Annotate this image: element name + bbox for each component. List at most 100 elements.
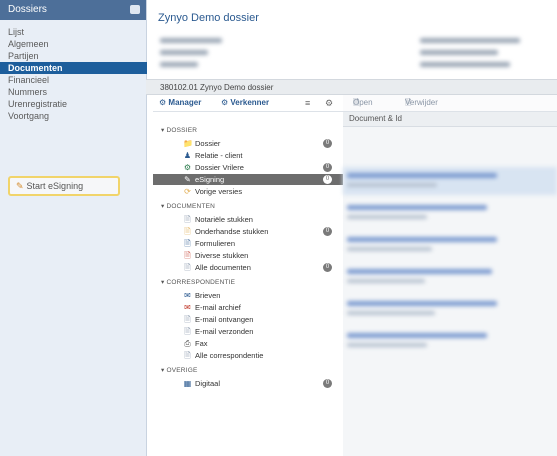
tree-node-label: E-mail ontvangen bbox=[195, 315, 254, 324]
document-panel: 🗎 Open 🗎 Verwijder Document & Id bbox=[343, 95, 557, 456]
count-badge: 0 bbox=[323, 379, 332, 388]
sidebar-item-urenregistratie[interactable]: Urenregistratie bbox=[0, 98, 146, 110]
count-badge: 0 bbox=[323, 163, 332, 172]
tree-node-label: Brieven bbox=[195, 291, 221, 300]
tree-node-relatie[interactable]: ♟ Relatie - client bbox=[183, 150, 243, 161]
mail-icon: ✉ bbox=[184, 303, 191, 312]
count-badge: 0 bbox=[323, 139, 332, 148]
tree-section-documenten[interactable]: ▾ DOCUMENTEN bbox=[161, 202, 215, 210]
sidebar-header-label: Dossiers bbox=[8, 4, 47, 15]
manager-tab-label: Manager bbox=[168, 98, 202, 107]
tree-node-label: Diverse stukken bbox=[195, 251, 249, 260]
tree-node-label: Notariële stukken bbox=[195, 215, 253, 224]
digital-icon: ▦ bbox=[183, 379, 192, 388]
count-badge: 0 bbox=[323, 263, 332, 272]
tree-node-label: E-mail archief bbox=[195, 303, 241, 312]
table-row[interactable] bbox=[343, 327, 557, 355]
sidebar-item-documenten[interactable]: Documenten bbox=[0, 62, 147, 74]
sidebar-menu: Lijst Algemeen Partijen Documenten Finan… bbox=[0, 20, 147, 122]
page-title: Zynyo Demo dossier bbox=[158, 12, 259, 24]
open-button-label: Open bbox=[353, 98, 373, 107]
tree-node-vorige-versies[interactable]: ⟳ Vorige versies bbox=[183, 186, 242, 197]
tree-section-documenten-label: DOCUMENTEN bbox=[166, 203, 216, 210]
start-esigning-button[interactable]: ✎ Start eSigning bbox=[8, 176, 120, 196]
tree-panel: ⚙ Manager ⚙ Verkenner ≡ ⚙ ▾ DOSSIER 📁 Dos… bbox=[153, 95, 344, 456]
sidebar-item-voortgang[interactable]: Voortgang bbox=[0, 110, 146, 122]
verwijder-button-label: Verwijder bbox=[405, 98, 438, 107]
tree-node-email-ontvangen[interactable]: 🗎 E-mail ontvangen bbox=[183, 314, 253, 325]
sidebar-item-nummers[interactable]: Nummers bbox=[0, 86, 146, 98]
tree-node-diverse-stukken[interactable]: 🗎 Diverse stukken bbox=[183, 250, 248, 261]
tree-node-label: Dossier Vrilere bbox=[195, 163, 244, 172]
tree-section-overige[interactable]: ▾ OVERIGE bbox=[161, 366, 198, 374]
sidebar-item-lijst[interactable]: Lijst bbox=[0, 26, 146, 38]
count-badge: 0 bbox=[323, 227, 332, 236]
tree-node-alle-documenten[interactable]: 🗎 Alle documenten bbox=[183, 262, 251, 273]
list-icon[interactable]: ≡ bbox=[305, 95, 310, 111]
esign-icon: ✎ bbox=[184, 175, 191, 184]
gear-icon: ⚙ bbox=[183, 163, 192, 172]
letter-icon: ✉ bbox=[184, 291, 191, 300]
doc-icon: 🗎 bbox=[184, 215, 191, 224]
tree-node-label: Digitaal bbox=[195, 379, 221, 388]
tree-node-email-verzonden[interactable]: 🗎 E-mail verzonden bbox=[183, 326, 253, 337]
collapse-icon[interactable] bbox=[130, 5, 140, 14]
history-icon: ⟳ bbox=[184, 187, 191, 196]
tree-node-brieven[interactable]: ✉ Brieven bbox=[183, 290, 220, 301]
table-row[interactable] bbox=[343, 263, 557, 291]
tree-section-correspondentie[interactable]: ▾ CORRESPONDENTIE bbox=[161, 278, 235, 286]
person-icon: ♟ bbox=[183, 151, 192, 160]
sidebar: Dossiers Lijst Algemeen Partijen Documen… bbox=[0, 0, 147, 456]
document-toolbar: 🗎 Open 🗎 Verwijder bbox=[343, 95, 557, 112]
verkenner-icon: ⚙ bbox=[221, 98, 229, 107]
settings-icon[interactable]: ⚙ bbox=[325, 95, 333, 111]
document-column-header[interactable]: Document & Id bbox=[343, 112, 557, 127]
tree-node-formulieren[interactable]: 🗎 Formulieren bbox=[183, 238, 235, 249]
tree-node-label: Formulieren bbox=[195, 239, 236, 248]
doc-icon: 🗎 bbox=[184, 227, 191, 236]
table-row[interactable] bbox=[343, 295, 557, 323]
tree-section-dossier[interactable]: ▾ DOSSIER bbox=[161, 126, 197, 134]
tree-node-label: Onderhandse stukken bbox=[195, 227, 269, 236]
sidebar-item-algemeen[interactable]: Algemeen bbox=[0, 38, 146, 50]
tree-node-fax[interactable]: ⎙ Fax bbox=[183, 338, 207, 349]
tree-node-onderhandse-stukken[interactable]: 🗎 Onderhandse stukken bbox=[183, 226, 268, 237]
fax-icon: ⎙ bbox=[184, 339, 191, 348]
form-icon: 🗎 bbox=[184, 239, 191, 248]
sidebar-item-financieel[interactable]: Financieel bbox=[0, 74, 146, 86]
mail-in-icon: 🗎 bbox=[184, 315, 191, 324]
mail-out-icon: 🗎 bbox=[184, 327, 191, 336]
doc-icon: 🗎 bbox=[184, 351, 191, 360]
tree-node-digitaal[interactable]: ▦ Digitaal bbox=[183, 378, 220, 389]
tree-node-dossier[interactable]: 📁 Dossier bbox=[183, 138, 220, 149]
tree-node-esigning[interactable]: ✎ eSigning bbox=[153, 174, 343, 185]
count-badge: 0 bbox=[323, 175, 332, 184]
table-row[interactable] bbox=[343, 199, 557, 227]
tree-node-alle-correspondentie[interactable]: 🗎 Alle correspondentie bbox=[183, 350, 263, 361]
tree-node-label: Vorige versies bbox=[195, 187, 243, 196]
verkenner-tab[interactable]: ⚙ Verkenner bbox=[221, 95, 269, 111]
verkenner-tab-label: Verkenner bbox=[230, 98, 270, 107]
manager-icon: ⚙ bbox=[159, 98, 167, 107]
sidebar-header[interactable]: Dossiers bbox=[0, 0, 146, 20]
doc-icon: 🗎 bbox=[184, 263, 191, 272]
tree-section-correspondentie-label: CORRESPONDENTIE bbox=[166, 279, 236, 286]
tree-node-label: Dossier bbox=[195, 139, 221, 148]
manager-tab[interactable]: ⚙ Manager bbox=[159, 95, 201, 111]
tree-node-label: Alle correspondentie bbox=[195, 351, 264, 360]
tree-node-label: eSigning bbox=[195, 175, 225, 184]
doc-icon: 🗎 bbox=[184, 251, 191, 260]
start-esigning-label: Start eSigning bbox=[26, 181, 84, 191]
tree-node-label: Relatie - client bbox=[195, 151, 243, 160]
tree-node-label: Alle documenten bbox=[195, 263, 251, 272]
tree-section-dossier-label: DOSSIER bbox=[166, 127, 198, 134]
tree-node-email-archief[interactable]: ✉ E-mail archief bbox=[183, 302, 241, 313]
table-row[interactable] bbox=[343, 231, 557, 259]
tree-node-notariele-stukken[interactable]: 🗎 Notariële stukken bbox=[183, 214, 253, 225]
tree-section-overige-label: OVERIGE bbox=[166, 367, 198, 374]
table-row[interactable] bbox=[343, 167, 557, 195]
folder-icon: 📁 bbox=[183, 139, 193, 148]
tree-node-dossier-vrilere[interactable]: ⚙ Dossier Vrilere bbox=[183, 162, 244, 173]
sidebar-item-partijen[interactable]: Partijen bbox=[0, 50, 146, 62]
tree-toolbar: ⚙ Manager ⚙ Verkenner ≡ ⚙ bbox=[153, 95, 343, 112]
